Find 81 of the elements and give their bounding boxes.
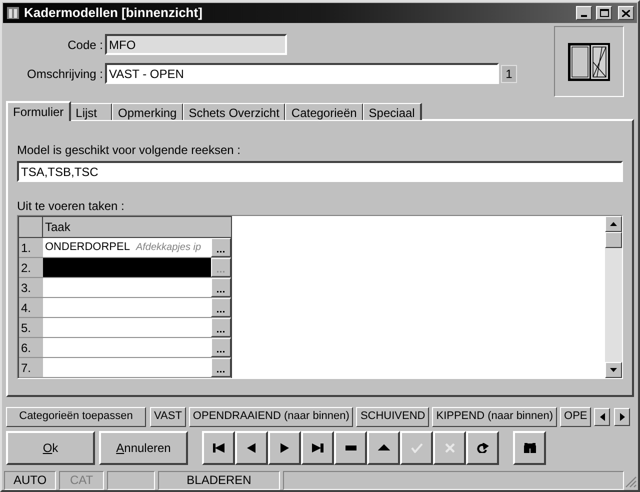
toolbar-button[interactable] <box>367 431 400 465</box>
toolbar-button[interactable] <box>235 431 268 465</box>
status-panel: BLADEREN <box>158 470 280 490</box>
toolbar-button[interactable] <box>334 431 367 465</box>
minus-icon <box>344 443 356 453</box>
down-arrow-icon <box>610 368 617 372</box>
toolbar-button[interactable] <box>513 431 546 465</box>
series-label: Model is geschikt voor volgende reeksen : <box>17 142 242 156</box>
row-number: 7. <box>19 358 43 377</box>
category-button[interactable]: KIPPEND (naar binnen) <box>432 406 558 426</box>
ellipsis-button[interactable] <box>211 338 231 357</box>
checkmark-icon <box>410 443 422 453</box>
window-title: Kadermodellen [binnenzicht] <box>24 4 204 22</box>
scroll-thumb[interactable] <box>605 232 622 248</box>
row-number: 1. <box>19 238 43 257</box>
maximize-icon <box>600 9 608 17</box>
toolbar-button[interactable] <box>466 431 499 465</box>
window-frame-drawing <box>567 42 611 82</box>
ellipsis-button[interactable] <box>211 358 231 377</box>
refresh-icon <box>476 443 488 453</box>
tab[interactable]: Formulier <box>6 101 71 121</box>
scroll-right-button[interactable] <box>614 408 630 426</box>
status-panel: AUTO <box>4 470 56 490</box>
description-label: Omschrijving : <box>26 66 104 82</box>
column-header: Taak <box>44 219 72 236</box>
row-number: 5. <box>19 318 43 337</box>
binoculars-icon <box>524 443 536 453</box>
app-icon <box>6 6 20 20</box>
ok-button[interactable]: Ok <box>6 431 95 465</box>
series-field[interactable]: TSA,TSB,TSC <box>17 161 623 182</box>
left-arrow-icon <box>600 412 604 420</box>
maximize-button[interactable] <box>596 6 612 20</box>
cross-icon <box>444 443 456 453</box>
task-cell[interactable] <box>43 258 211 277</box>
minimize-icon <box>581 15 587 17</box>
up-arrow-icon <box>610 222 617 226</box>
tab[interactable]: Schets Overzicht <box>182 103 286 120</box>
status-panel: CAT <box>59 470 104 490</box>
code-field[interactable]: MFO <box>105 34 287 55</box>
next-icon <box>278 443 290 453</box>
first-record-icon <box>212 443 224 453</box>
toolbar-button[interactable] <box>268 431 301 465</box>
category-button[interactable]: SCHUIVEND <box>356 406 430 426</box>
ellipsis-button[interactable] <box>211 278 231 297</box>
status-panel <box>107 470 155 490</box>
scroll-down-button[interactable] <box>605 362 622 378</box>
task-note: Afdekkapjes ip <box>136 241 202 255</box>
up-icon <box>378 443 390 453</box>
tasks-label: Uit te voeren taken : <box>17 198 126 212</box>
toolbar-button[interactable] <box>202 431 235 465</box>
count-badge: 1 <box>501 64 517 82</box>
toolbar-button[interactable] <box>301 431 334 465</box>
row-number: 3. <box>19 278 43 297</box>
category-button[interactable]: OPENDRAAIEND (naar binnen) <box>188 406 354 426</box>
tab[interactable]: Opmerking <box>112 103 184 120</box>
code-label: Code : <box>66 36 104 54</box>
row-number: 2. <box>19 258 43 277</box>
last-record-icon <box>312 443 324 453</box>
vertical-scrollbar[interactable] <box>605 216 622 378</box>
apply-categories-button[interactable]: Categorieën toepassen <box>6 406 146 426</box>
close-icon <box>622 10 630 16</box>
row-number: 4. <box>19 298 43 317</box>
scroll-up-button[interactable] <box>605 216 622 232</box>
right-arrow-icon <box>620 412 624 420</box>
ellipsis-button[interactable] <box>211 298 231 317</box>
resize-grip-icon[interactable] <box>625 476 637 488</box>
ellipsis-button[interactable] <box>211 258 231 277</box>
ellipsis-button[interactable] <box>211 238 231 257</box>
tab[interactable]: Categorieën <box>285 103 364 120</box>
row-number: 6. <box>19 338 43 357</box>
scroll-left-button[interactable] <box>594 408 610 426</box>
minimize-button[interactable] <box>576 6 592 20</box>
close-button[interactable] <box>618 6 634 20</box>
tab[interactable]: Lijst <box>70 103 114 120</box>
category-button[interactable]: OPE <box>560 406 592 426</box>
tab[interactable]: Speciaal <box>362 103 422 120</box>
cancel-button[interactable]: Annuleren <box>99 431 188 465</box>
previous-icon <box>246 443 258 453</box>
description-field[interactable]: VAST - OPEN <box>105 63 499 84</box>
category-button[interactable]: VAST <box>150 406 186 426</box>
ellipsis-button[interactable] <box>211 318 231 337</box>
